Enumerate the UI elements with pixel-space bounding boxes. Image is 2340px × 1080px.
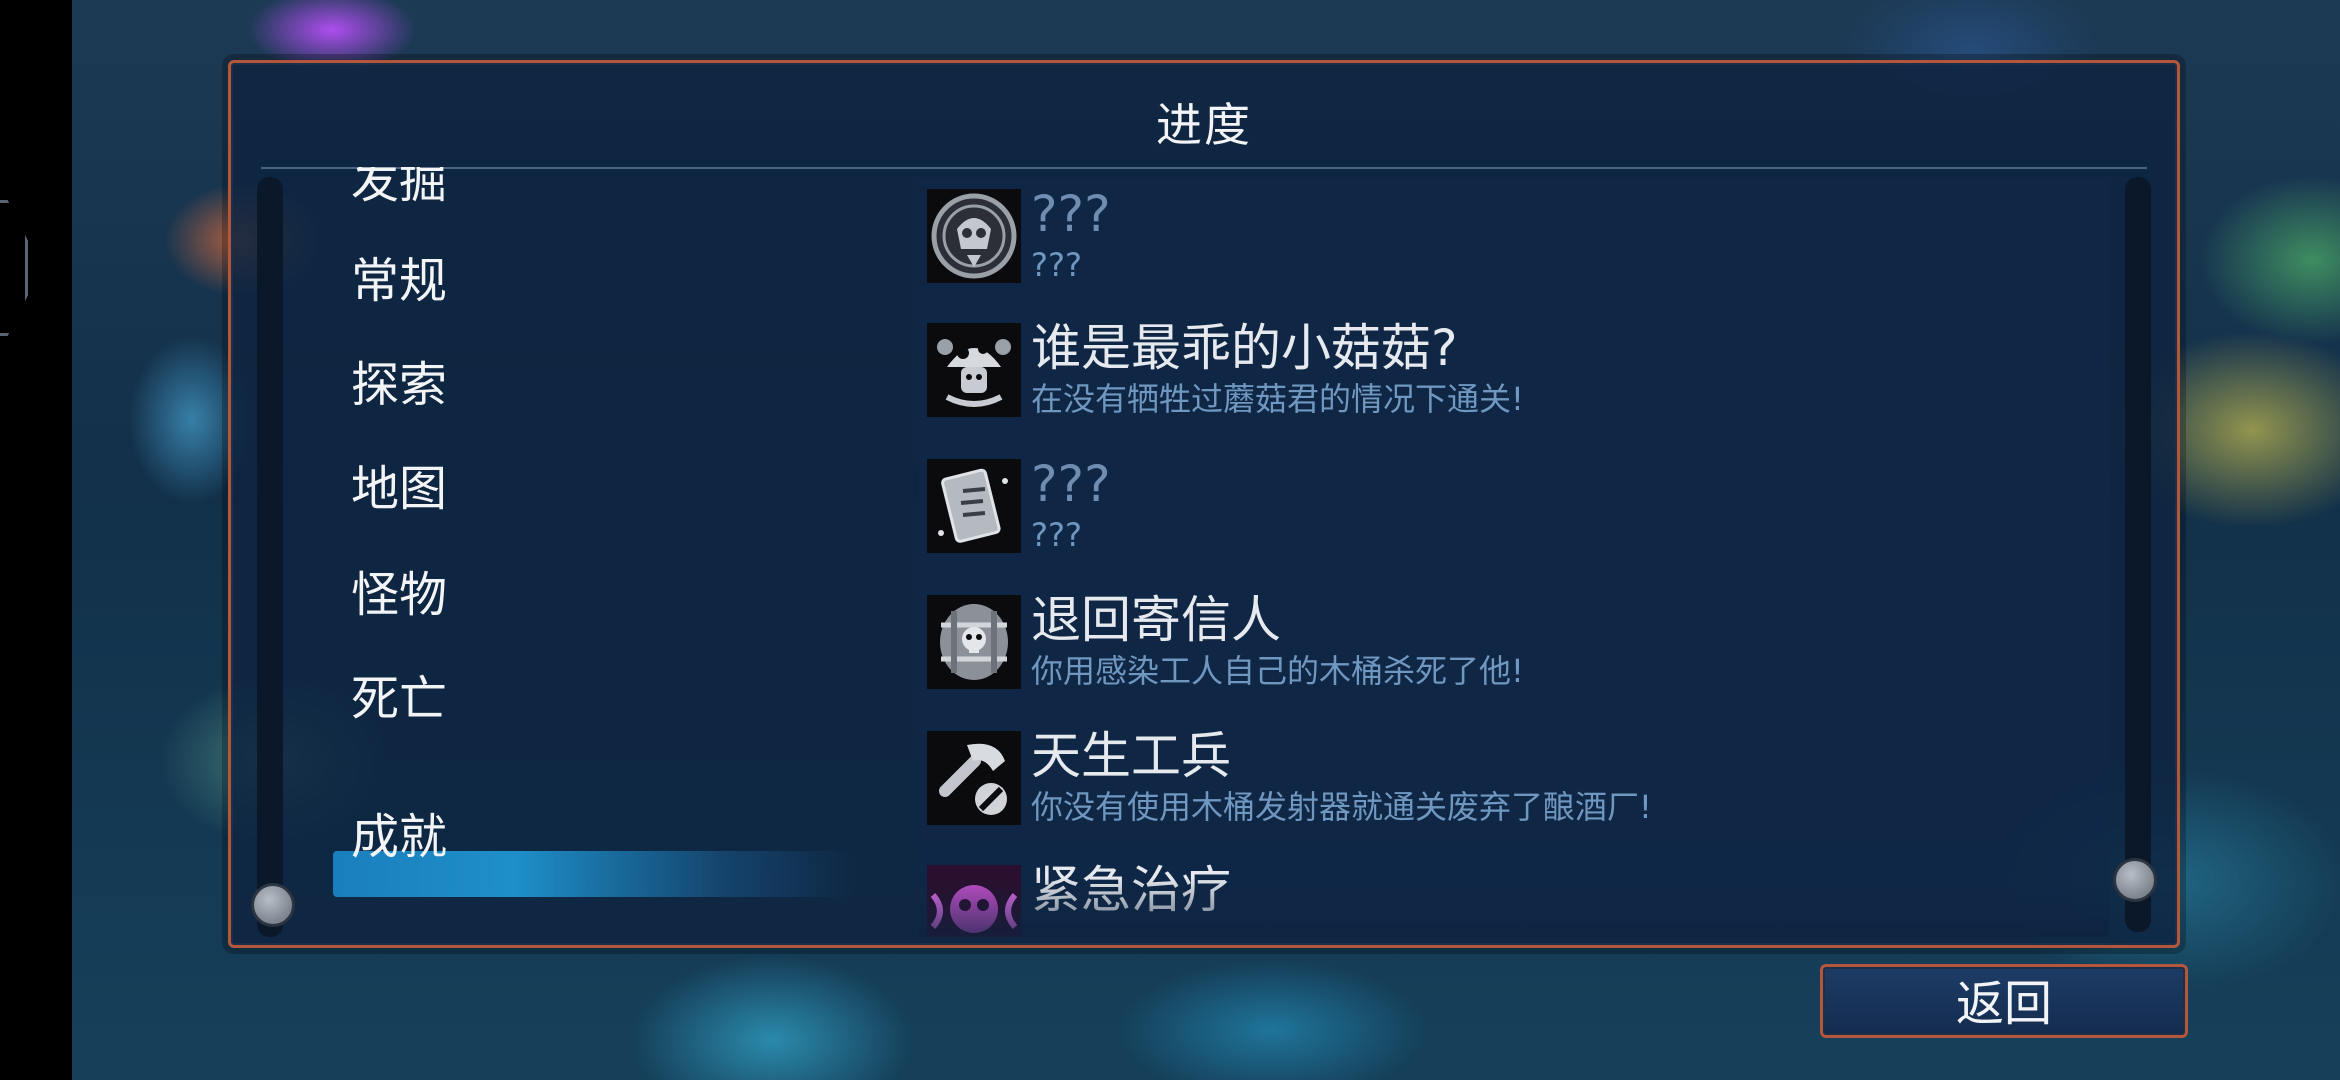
- rune-card-icon: [927, 459, 1021, 553]
- category-map[interactable]: 地图: [351, 459, 447, 519]
- mushroom-buddy-icon: [927, 323, 1021, 417]
- category-general[interactable]: 常规: [351, 251, 447, 311]
- category-exploration[interactable]: 探索: [351, 355, 447, 415]
- hammer-crossed-out-icon: [927, 731, 1021, 825]
- achievement-row[interactable]: ??? ???: [919, 453, 2109, 573]
- achievement-scrollbar[interactable]: [2125, 177, 2151, 932]
- category-discovery[interactable]: 发掘: [351, 167, 447, 211]
- achievement-description: 在没有牺牲过蘑菇君的情况下通关!: [1031, 380, 1524, 418]
- achievement-description: ???: [1031, 246, 1082, 284]
- achievement-list[interactable]: ??? ??? 谁是最乖的小菇菇? 在没有牺牲过蘑菇君的情况下通关! ??? ?…: [919, 179, 2109, 937]
- achievement-description: ???: [1031, 516, 1082, 554]
- category-monsters[interactable]: 怪物: [351, 565, 447, 625]
- achievement-title: 谁是最乖的小菇菇?: [1031, 319, 1458, 377]
- pink-skull-icon: [927, 865, 1021, 937]
- achievement-scroll-knob[interactable]: [2113, 858, 2157, 902]
- category-achievements[interactable]: 成就: [351, 807, 447, 867]
- achievement-row[interactable]: 紧急治疗: [919, 859, 2109, 937]
- achievement-title: 退回寄信人: [1031, 591, 1281, 649]
- achievement-title: 天生工兵: [1031, 727, 1231, 785]
- panel-title: 进度: [1156, 98, 1252, 152]
- back-button[interactable]: 返回: [1820, 964, 2188, 1038]
- category-list: 发掘 常规 探索 地图 怪物 死亡 成就: [231, 167, 911, 947]
- category-deaths[interactable]: 死亡: [351, 669, 447, 729]
- side-handle-icon: [0, 200, 28, 336]
- achievement-row[interactable]: ??? ???: [919, 183, 2109, 303]
- achievement-description: 你用感染工人自己的木桶杀死了他!: [1031, 652, 1524, 690]
- achievement-title: ???: [1031, 185, 1111, 243]
- progress-panel: 进度 发掘 常规 探索 地图 怪物 死亡 成就 ??? ??? 谁是最乖的小菇菇…: [228, 60, 2180, 948]
- achievement-title: 紧急治疗: [1031, 861, 1231, 919]
- achievement-row[interactable]: 谁是最乖的小菇菇? 在没有牺牲过蘑菇君的情况下通关!: [919, 317, 2109, 437]
- achievement-title: ???: [1031, 455, 1111, 513]
- skull-barrel-icon: [927, 595, 1021, 689]
- achievement-row[interactable]: 退回寄信人 你用感染工人自己的木桶杀死了他!: [919, 589, 2109, 709]
- lunar-skull-emblem-icon: [927, 189, 1021, 283]
- achievement-description: 你没有使用木桶发射器就通关废弃了酿酒厂!: [1031, 788, 1652, 826]
- achievement-row[interactable]: 天生工兵 你没有使用木桶发射器就通关废弃了酿酒厂!: [919, 725, 2109, 845]
